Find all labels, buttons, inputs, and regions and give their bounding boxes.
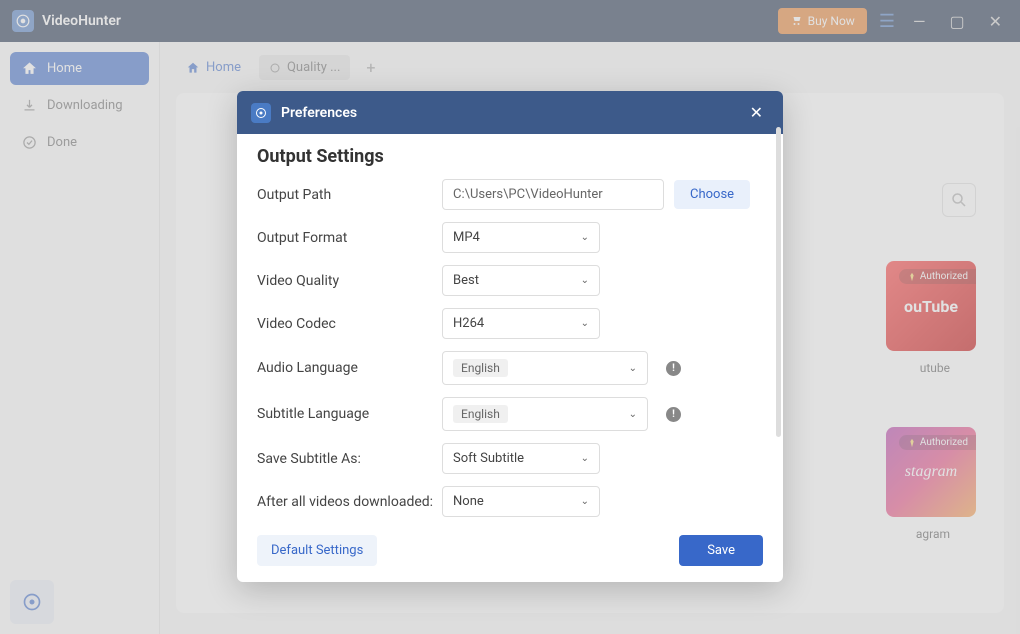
chevron-down-icon: ⌄ — [581, 275, 589, 286]
video-quality-label: Video Quality — [257, 273, 442, 289]
modal-scrollbar[interactable] — [776, 127, 781, 437]
modal-header: Preferences ✕ — [237, 91, 783, 134]
chevron-down-icon: ⌄ — [581, 453, 589, 464]
default-settings-button[interactable]: Default Settings — [257, 535, 377, 566]
save-button[interactable]: Save — [679, 535, 763, 566]
save-subtitle-select[interactable]: Soft Subtitle ⌄ — [442, 443, 600, 474]
chevron-down-icon: ⌄ — [581, 232, 589, 243]
info-icon[interactable]: ! — [666, 407, 681, 422]
video-codec-select[interactable]: H264 ⌄ — [442, 308, 600, 339]
save-subtitle-label: Save Subtitle As: — [257, 451, 442, 467]
chevron-down-icon: ⌄ — [629, 363, 637, 374]
chevron-down-icon: ⌄ — [581, 318, 589, 329]
chevron-down-icon: ⌄ — [629, 409, 637, 420]
choose-path-button[interactable]: Choose — [674, 180, 750, 209]
output-path-input[interactable] — [442, 179, 664, 210]
section-title: Output Settings — [257, 146, 763, 167]
preferences-icon — [251, 103, 271, 123]
subtitle-language-label: Subtitle Language — [257, 406, 442, 422]
modal-close-button[interactable]: ✕ — [744, 101, 769, 124]
output-format-select[interactable]: MP4 ⌄ — [442, 222, 600, 253]
modal-title: Preferences — [281, 105, 734, 121]
after-downloaded-select[interactable]: None ⌄ — [442, 486, 600, 517]
chevron-down-icon: ⌄ — [581, 496, 589, 507]
output-path-label: Output Path — [257, 187, 442, 203]
video-quality-select[interactable]: Best ⌄ — [442, 265, 600, 296]
output-format-label: Output Format — [257, 230, 442, 246]
audio-language-select[interactable]: English ⌄ — [442, 351, 648, 385]
audio-language-label: Audio Language — [257, 360, 442, 376]
preferences-modal: Preferences ✕ Output Settings Output Pat… — [237, 91, 783, 582]
after-downloaded-label: After all videos downloaded: — [257, 494, 442, 510]
info-icon[interactable]: ! — [666, 361, 681, 376]
video-codec-label: Video Codec — [257, 316, 442, 332]
subtitle-language-select[interactable]: English ⌄ — [442, 397, 648, 431]
